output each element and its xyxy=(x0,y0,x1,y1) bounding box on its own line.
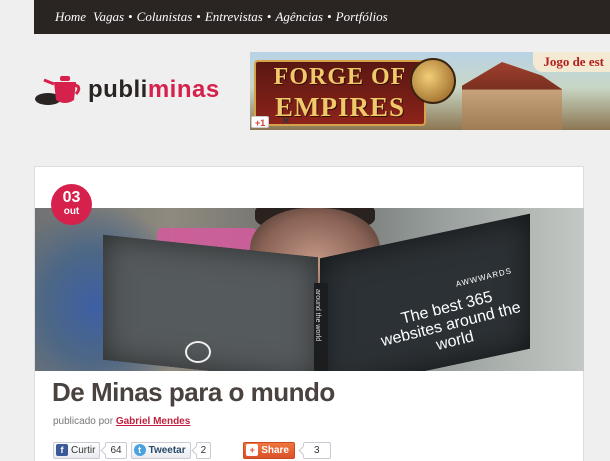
facebook-like-button[interactable]: f Curtir xyxy=(53,441,101,459)
nav-item-portfolios[interactable]: • Portfólios xyxy=(323,9,388,25)
ad-banner[interactable]: FORGE OF EMPIRES Jogo de est +1 ✕ xyxy=(250,52,610,130)
tweet-button[interactable]: t Tweetar xyxy=(130,441,191,459)
google-plus-button[interactable]: +1 xyxy=(251,116,270,128)
ad-cta[interactable]: Jogo de est xyxy=(533,52,610,72)
facebook-icon: f xyxy=(56,444,68,456)
ad-emblem-icon xyxy=(410,58,456,104)
top-nav: Home Vagas • Colunistas • Entrevistas • Agê… xyxy=(34,0,610,34)
nav-item-agencias[interactable]: • Agências xyxy=(263,9,323,25)
post-card: 03 out around the world AWWWARDS The bes… xyxy=(34,166,584,461)
share-count: 3 xyxy=(303,441,331,459)
date-badge: 03 out xyxy=(51,184,92,225)
nav-item-entrevistas[interactable]: • Entrevistas xyxy=(192,9,263,25)
nav-item-colunistas[interactable]: • Colunistas xyxy=(124,9,192,25)
teapot-drop-icon xyxy=(35,76,81,105)
social-share-bar: f Curtir 64 t Tweetar 2 + Share 3 xyxy=(53,441,331,459)
date-day: 03 xyxy=(62,189,81,206)
award-laurel-icon xyxy=(185,341,211,363)
twitter-count: 2 xyxy=(195,441,212,459)
share-icon: + xyxy=(246,444,259,456)
share-button[interactable]: + Share xyxy=(243,441,295,459)
ad-close-icon[interactable]: ✕ xyxy=(280,116,292,128)
facebook-count: 64 xyxy=(105,441,127,459)
nav-item-vagas[interactable]: Vagas xyxy=(93,9,124,25)
post-title[interactable]: De Minas para o mundo xyxy=(52,377,335,408)
ad-building-image xyxy=(462,62,562,130)
twitter-bird-icon: t xyxy=(133,444,146,456)
nav-item-home[interactable]: Home xyxy=(55,9,86,25)
date-month: out xyxy=(63,206,80,217)
post-hero-image[interactable]: around the world AWWWARDS The best 365 w… xyxy=(35,208,584,371)
site-logo[interactable]: publiminas xyxy=(34,70,220,110)
post-byline: publicado por Gabriel Mendes xyxy=(53,416,191,427)
logo-wordmark: publiminas xyxy=(88,76,220,103)
book-spine: around the world xyxy=(314,283,328,371)
author-link[interactable]: Gabriel Mendes xyxy=(116,416,190,427)
